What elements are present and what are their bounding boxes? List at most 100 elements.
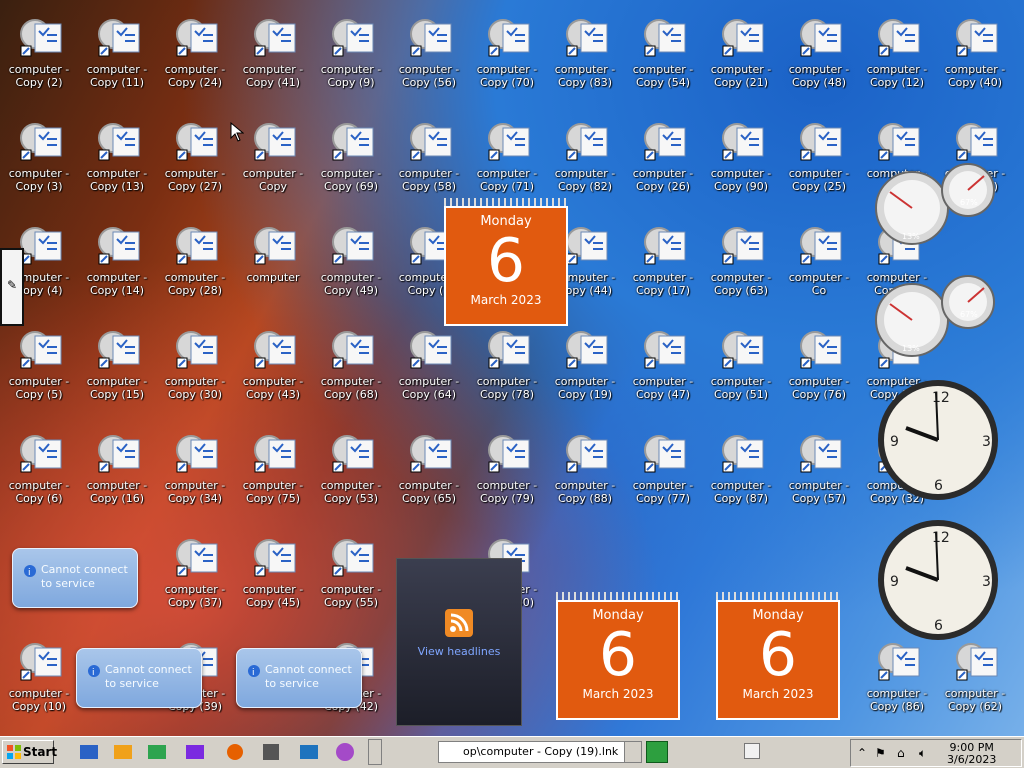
notepad-icon[interactable] — [744, 743, 760, 759]
quicklaunch-disk-icon[interactable] — [330, 741, 360, 765]
calendar-gadget[interactable]: Monday 6 March 2023 — [716, 592, 840, 720]
desktop-shortcut-icon[interactable]: computer - Copy (54) — [624, 8, 702, 100]
desktop-shortcut-icon[interactable]: computer - Copy (82) — [546, 112, 624, 204]
desktop-shortcut-icon[interactable]: computer - Copy (62) — [936, 632, 1014, 724]
desktop-shortcut-icon[interactable]: computer - Copy (26) — [624, 112, 702, 204]
desktop-shortcut-icon[interactable]: computer - Copy (53) — [312, 424, 390, 516]
quicklaunch-media-icon[interactable] — [108, 741, 138, 765]
desktop-shortcut-icon[interactable]: computer - Copy (28) — [156, 216, 234, 308]
settings-shortcut-icon — [251, 328, 297, 372]
clock-time[interactable]: 9:00 PM 3/6/2023 — [947, 742, 996, 766]
chevron-down-icon[interactable] — [624, 742, 641, 762]
start-button[interactable]: Start — [2, 740, 58, 764]
desktop-shortcut-icon[interactable]: computer - Copy (75) — [234, 424, 312, 516]
desktop-shortcut-icon[interactable]: computer - Copy (10) — [0, 632, 78, 724]
desktop-shortcut-icon[interactable]: computer - Copy (17) — [624, 216, 702, 308]
desktop-shortcut-icon[interactable]: computer - Co — [780, 216, 858, 308]
settings-shortcut-icon — [95, 224, 141, 268]
desktop-shortcut-icon[interactable]: computer - Copy (9) — [312, 8, 390, 100]
desktop-shortcut-icon[interactable]: computer - Copy (5) — [0, 320, 78, 412]
desktop-shortcut-icon[interactable]: computer - Copy (70) — [468, 8, 546, 100]
desktop-shortcut-icon[interactable]: computer - Copy (41) — [234, 8, 312, 100]
desktop-shortcut-icon[interactable]: computer - Copy (51) — [702, 320, 780, 412]
desktop-shortcut-icon[interactable]: computer - Copy (57) — [780, 424, 858, 516]
sidebar-tab[interactable]: ✎ — [0, 248, 24, 326]
gauge-icon — [875, 163, 995, 245]
desktop-shortcut-icon[interactable]: computer - Copy (78) — [468, 320, 546, 412]
chevron-up-icon[interactable]: ⌃ — [857, 746, 867, 760]
desktop-shortcut-icon[interactable]: computer - Copy (34) — [156, 424, 234, 516]
desktop-shortcut-icon[interactable]: computer - Copy (14) — [78, 216, 156, 308]
show-desktop-button[interactable] — [1001, 742, 1019, 764]
address-bar[interactable]: op\computer - Copy (19).lnk — [438, 741, 642, 763]
desktop-shortcut-icon[interactable]: computer - Copy (45) — [234, 528, 312, 620]
desktop-shortcut-icon[interactable]: computer - Copy (65) — [390, 424, 468, 516]
desktop-shortcut-icon[interactable]: computer - Copy (77) — [624, 424, 702, 516]
settings-shortcut-icon — [173, 328, 219, 372]
cpu-meter-gadget[interactable]: 13% 67% — [872, 160, 1002, 246]
calendar-gadget[interactable]: Monday 6 March 2023 — [556, 592, 680, 720]
desktop-shortcut-icon[interactable]: computer - Copy (86) — [858, 632, 936, 724]
desktop-shortcut-icon[interactable]: computer - Copy — [234, 112, 312, 204]
desktop-shortcut-icon[interactable]: computer - Copy (76) — [780, 320, 858, 412]
calendar-gadget[interactable]: Monday 6 March 2023 — [444, 198, 568, 326]
quicklaunch-app-icon[interactable] — [142, 741, 172, 765]
desktop-shortcut-icon[interactable]: computer - Copy (47) — [624, 320, 702, 412]
desktop-shortcut-icon[interactable]: computer - Copy (90) — [702, 112, 780, 204]
quicklaunch-glasses-icon[interactable] — [180, 741, 210, 765]
scroll-quicklaunch-button[interactable] — [368, 739, 382, 765]
desktop-shortcut-icon[interactable]: computer - Copy (11) — [78, 8, 156, 100]
cpu-meter-gadget[interactable]: 13% 67% — [872, 272, 1002, 358]
desktop-shortcut-icon[interactable]: computer - Copy (63) — [702, 216, 780, 308]
quicklaunch-firefox-icon[interactable] — [220, 741, 250, 765]
desktop-shortcut-icon[interactable]: computer - Copy (12) — [858, 8, 936, 100]
info-icon: i — [24, 565, 36, 577]
desktop-shortcut-icon[interactable]: computer - Copy (3) — [0, 112, 78, 204]
go-button[interactable] — [646, 741, 668, 763]
notice-gadget[interactable]: i Cannot connect to service — [76, 648, 202, 708]
desktop-shortcut-icon[interactable]: computer - Copy (30) — [156, 320, 234, 412]
flag-icon[interactable]: ⚑ — [875, 746, 886, 760]
desktop-shortcut-icon[interactable]: computer - Copy (88) — [546, 424, 624, 516]
desktop-shortcut-icon[interactable]: computer - Copy (16) — [78, 424, 156, 516]
desktop-shortcut-icon[interactable]: computer - Copy (40) — [936, 8, 1014, 100]
desktop-shortcut-icon[interactable]: computer - Copy (15) — [78, 320, 156, 412]
desktop-shortcut-icon[interactable]: computer - Copy (27) — [156, 112, 234, 204]
settings-shortcut-icon — [407, 432, 453, 476]
desktop-shortcut-icon[interactable]: computer - Copy (83) — [546, 8, 624, 100]
desktop-shortcut-icon[interactable]: computer - Copy (49) — [312, 216, 390, 308]
desktop-shortcut-icon[interactable]: computer - Copy (19) — [546, 320, 624, 412]
notice-gadget[interactable]: i Cannot connect to service — [236, 648, 362, 708]
desktop-shortcut-icon[interactable]: computer - Copy (55) — [312, 528, 390, 620]
quicklaunch-calculator-icon[interactable] — [256, 741, 286, 765]
network-icon[interactable]: ⌂ — [897, 746, 905, 760]
desktop-shortcut-icon[interactable]: computer - Copy (37) — [156, 528, 234, 620]
desktop-shortcut-label: computer - Copy (87) — [710, 479, 772, 505]
desktop-shortcut-icon[interactable]: computer - Copy (13) — [78, 112, 156, 204]
desktop-shortcut-icon[interactable]: computer - Copy (48) — [780, 8, 858, 100]
desktop-shortcut-icon[interactable]: computer - Copy (58) — [390, 112, 468, 204]
quicklaunch-computer-icon[interactable] — [74, 741, 104, 765]
desktop-shortcut-icon[interactable]: computer - Copy (56) — [390, 8, 468, 100]
start-label: Start — [23, 745, 58, 759]
desktop-shortcut-icon[interactable]: computer - Copy (2) — [0, 8, 78, 100]
desktop-shortcut-icon[interactable]: computer — [234, 216, 312, 308]
desktop-shortcut-icon[interactable]: computer - Copy (71) — [468, 112, 546, 204]
notice-gadget[interactable]: i Cannot connect to service — [12, 548, 138, 608]
quicklaunch-display-icon[interactable] — [294, 741, 324, 765]
desktop-shortcut-icon[interactable]: computer - Copy (43) — [234, 320, 312, 412]
desktop-shortcut-icon[interactable]: computer - Copy (6) — [0, 424, 78, 516]
desktop-shortcut-icon[interactable]: computer - Copy (64) — [390, 320, 468, 412]
volume-icon[interactable]: 🔈︎ — [919, 746, 926, 761]
desktop-shortcut-icon[interactable]: computer - Copy (69) — [312, 112, 390, 204]
desktop-shortcut-icon[interactable]: computer - Copy (87) — [702, 424, 780, 516]
desktop-shortcut-icon[interactable]: computer - Copy (24) — [156, 8, 234, 100]
clock-gadget[interactable]: 12 3 6 9 — [876, 518, 1000, 642]
desktop-shortcut-icon[interactable]: computer - Copy (25) — [780, 112, 858, 204]
settings-shortcut-icon — [719, 432, 765, 476]
clock-gadget[interactable]: 12 3 6 9 — [876, 378, 1000, 502]
feed-headlines-gadget[interactable]: View headlines — [396, 558, 522, 726]
desktop-shortcut-icon[interactable]: computer - Copy (68) — [312, 320, 390, 412]
desktop-shortcut-icon[interactable]: computer - Copy (79) — [468, 424, 546, 516]
desktop-shortcut-icon[interactable]: computer - Copy (21) — [702, 8, 780, 100]
